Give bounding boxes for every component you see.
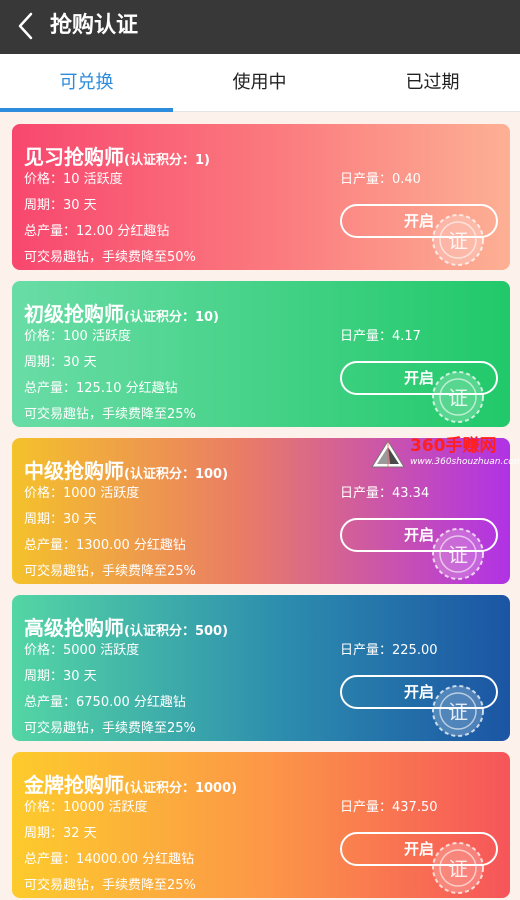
card-title: 初级抢购师(认证积分：10) [24, 298, 219, 327]
certificate-stamp-icon: 证 [430, 212, 486, 268]
card-name: 金牌抢购师 [24, 773, 124, 797]
card-name: 见习抢购师 [24, 145, 124, 169]
card-title: 见习抢购师(认证积分：1) [24, 141, 210, 170]
card-total-output: 总产量：125.10 分红趣钻 [24, 381, 178, 396]
card-daily-output: 日产量：43.34 [340, 486, 430, 501]
card-score: (认证积分：500) [124, 624, 229, 639]
card-note: 可交易趣钻，手续费降至25% [24, 878, 196, 893]
card-total-output: 总产量：12.00 分红趣钻 [24, 224, 170, 239]
watermark-logo-icon [368, 439, 408, 469]
card-note: 可交易趣钻，手续费降至50% [24, 250, 196, 265]
card-note: 可交易趣钻，手续费降至25% [24, 407, 196, 422]
certificate-stamp-icon: 证 [430, 840, 486, 896]
card-name: 初级抢购师 [24, 302, 124, 326]
card-price: 价格：5000 活跃度 [24, 643, 140, 658]
card-period: 周期：30 天 [24, 512, 97, 527]
card-total-output: 总产量：6750.00 分红趣钻 [24, 695, 186, 710]
card-price: 价格：100 活跃度 [24, 329, 131, 344]
svg-text:证: 证 [448, 543, 468, 567]
tab-active-indicator [0, 108, 173, 112]
certification-card: 金牌抢购师(认证积分：1000) 价格：10000 活跃度 周期：32 天 总产… [12, 752, 510, 898]
certificate-stamp-icon: 证 [430, 526, 486, 582]
card-daily-output: 日产量：225.00 [340, 643, 438, 658]
card-title: 金牌抢购师(认证积分：1000) [24, 769, 237, 798]
card-score: (认证积分：1000) [124, 781, 238, 796]
watermark-name: 360手赚网 [410, 436, 497, 456]
card-daily-output: 日产量：4.17 [340, 329, 421, 344]
card-period: 周期：32 天 [24, 826, 97, 841]
tab-redeemable[interactable]: 可兑换 [0, 54, 173, 112]
certification-card: 高级抢购师(认证积分：500) 价格：5000 活跃度 周期：30 天 总产量：… [12, 595, 510, 741]
card-daily-output: 日产量：437.50 [340, 800, 438, 815]
certification-card: 初级抢购师(认证积分：10) 价格：100 活跃度 周期：30 天 总产量：12… [12, 281, 510, 427]
card-score: (认证积分：100) [124, 467, 229, 482]
card-price: 价格：10000 活跃度 [24, 800, 148, 815]
card-name: 中级抢购师 [24, 459, 124, 483]
watermark: 360手赚网 www.360shouzhuan.com [368, 436, 520, 469]
card-period: 周期：30 天 [24, 669, 97, 684]
svg-text:证: 证 [448, 700, 468, 724]
card-daily-output: 日产量：0.40 [340, 172, 421, 187]
certificate-stamp-icon: 证 [430, 369, 486, 425]
card-title: 高级抢购师(认证积分：500) [24, 612, 228, 641]
card-total-output: 总产量：14000.00 分红趣钻 [24, 852, 195, 867]
card-name: 高级抢购师 [24, 616, 124, 640]
card-score: (认证积分：10) [124, 310, 219, 325]
tab-bar: 可兑换 使用中 已过期 [0, 54, 520, 112]
tab-in-use[interactable]: 使用中 [173, 54, 346, 112]
page-title: 抢购认证 [50, 13, 139, 38]
svg-text:证: 证 [448, 229, 468, 253]
back-button[interactable] [12, 9, 42, 43]
svg-text:证: 证 [448, 386, 468, 410]
chevron-left-icon [18, 12, 33, 40]
card-price: 价格：10 活跃度 [24, 172, 123, 187]
certification-card: 见习抢购师(认证积分：1) 价格：10 活跃度 周期：30 天 总产量：12.0… [12, 124, 510, 270]
card-period: 周期：30 天 [24, 198, 97, 213]
app-header: 抢购认证 [0, 0, 520, 54]
card-title: 中级抢购师(认证积分：100) [24, 455, 228, 484]
certificate-stamp-icon: 证 [430, 683, 486, 739]
card-note: 可交易趣钻，手续费降至25% [24, 564, 196, 579]
tab-expired[interactable]: 已过期 [346, 54, 519, 112]
card-total-output: 总产量：1300.00 分红趣钻 [24, 538, 186, 553]
card-price: 价格：1000 活跃度 [24, 486, 140, 501]
watermark-url: www.360shouzhuan.com [410, 457, 520, 467]
svg-text:证: 证 [448, 857, 468, 881]
card-note: 可交易趣钻，手续费降至25% [24, 721, 196, 736]
card-score: (认证积分：1) [124, 153, 210, 168]
card-period: 周期：30 天 [24, 355, 97, 370]
